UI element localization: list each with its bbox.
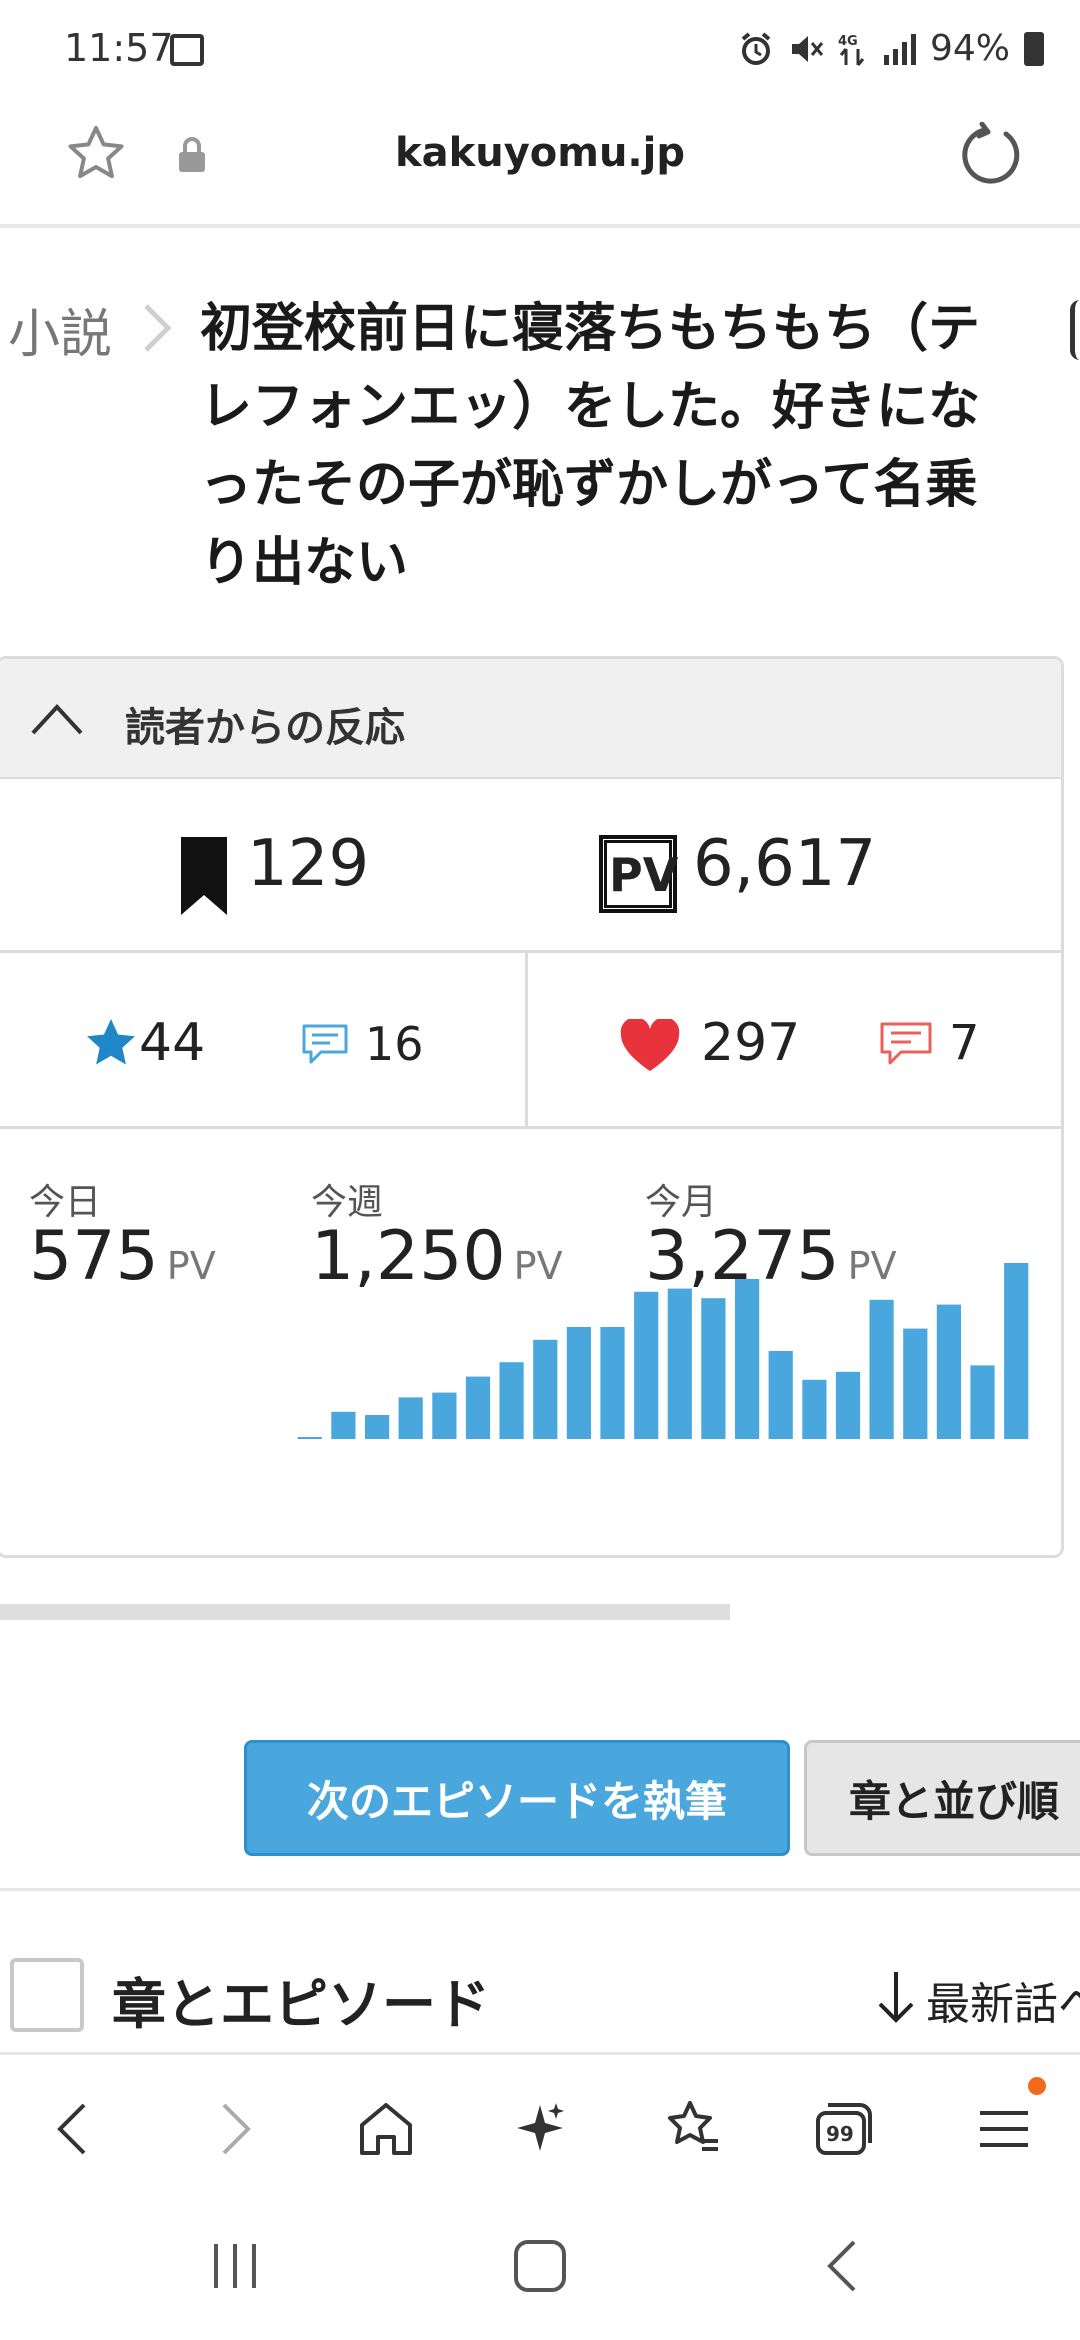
write-next-episode-button[interactable]: 次のエピソードを執筆 [244, 1740, 790, 1856]
arrow-down-icon[interactable] [876, 1968, 916, 2026]
alarm-icon [741, 31, 771, 65]
status-icons: 4G 94% [738, 28, 1044, 69]
reactions-header[interactable]: 読者からの反応 [0, 659, 1061, 779]
star-count: 44 [139, 1013, 206, 1073]
pv-stats: 今日 575 PV 今週 1,250 PV 今月 3,275 PV [0, 1129, 1061, 1549]
chart-bar [903, 1328, 928, 1439]
pv-total: 6,617 [693, 827, 877, 901]
system-back-icon[interactable] [820, 2238, 864, 2294]
url-domain[interactable]: kakuyomu.jp [0, 130, 1080, 176]
chart-bar [869, 1299, 894, 1439]
home-icon[interactable] [356, 2097, 416, 2161]
system-navigation-bar [0, 2196, 1080, 2340]
pv-badge-text: PV [604, 840, 678, 908]
svg-text:4G: 4G [838, 34, 858, 49]
pv-icon: PV [599, 835, 678, 913]
chart-bar [1004, 1263, 1029, 1439]
chevron-up-icon[interactable] [29, 697, 85, 741]
comment-count: 7 [949, 1015, 980, 1071]
chart-bar [533, 1339, 558, 1439]
back-icon[interactable] [44, 2097, 104, 2161]
chart-bar [768, 1351, 793, 1439]
sort-latest-link[interactable]: 最新話へ [926, 1968, 1080, 2032]
chart-bar [365, 1415, 390, 1439]
heart-icon [620, 1019, 680, 1071]
battery-level: 94% [929, 28, 1010, 69]
tabs-icon[interactable]: 99 [814, 2097, 874, 2161]
chart-bar [970, 1365, 995, 1439]
bookmark-count: 129 [247, 827, 370, 901]
chapters-section-header: 章とエピソード 最新話へ [0, 1946, 1080, 2046]
chart-bar [701, 1298, 726, 1439]
signal-icon [883, 33, 916, 65]
reader-reactions-panel: 読者からの反応 129 PV 6,617 44 16 297 7 今日 575 P… [0, 656, 1064, 1558]
address-bar: kakuyomu.jp [0, 100, 1080, 228]
chevron-right-icon [144, 304, 172, 352]
chart-bar [802, 1379, 827, 1439]
reactions-heading: 読者からの反応 [125, 705, 405, 751]
page-title: 初登校前日に寝落ちもちもち（テレフォンエッ）をした。好きになったその子が恥ずかし… [200, 299, 981, 593]
battery-icon [1024, 31, 1044, 66]
chart-bar [499, 1362, 524, 1439]
home-button-icon[interactable] [512, 2238, 568, 2294]
pv-bar-chart [293, 1259, 1033, 1439]
chart-bar [667, 1288, 692, 1439]
bookmarks-icon[interactable] [662, 2097, 722, 2161]
partial-icon [1070, 300, 1080, 360]
divider [525, 953, 528, 1126]
breadcrumb-novel[interactable]: 小説 [8, 292, 112, 367]
divider [0, 1888, 1080, 1891]
chart-bar [398, 1397, 423, 1439]
reactions-totals: 129 PV 6,617 [0, 781, 1061, 953]
reload-icon[interactable] [960, 122, 1024, 186]
star-icon [87, 1019, 135, 1065]
chart-bar [600, 1327, 625, 1439]
chart-bar [936, 1304, 961, 1439]
recent-apps-icon[interactable] [210, 2238, 260, 2294]
forward-icon[interactable] [204, 2097, 264, 2161]
stat-today-number: 575 [29, 1217, 159, 1296]
menu-icon[interactable] [974, 2097, 1034, 2161]
comment-icon [880, 1022, 932, 1065]
stat-today-unit: PV [166, 1244, 216, 1288]
chart-bar [566, 1327, 591, 1439]
chart-bar [432, 1392, 457, 1439]
chart-bar [735, 1279, 760, 1439]
status-bar: 11:57 4G 94% [0, 0, 1080, 100]
chart-bar [465, 1376, 491, 1439]
notification-dot [1028, 2077, 1046, 2095]
chart-bar [835, 1371, 861, 1439]
svg-text:99: 99 [826, 2122, 854, 2146]
chapters-title: 章とエピソード [112, 1973, 490, 2036]
review-count: 16 [365, 1017, 424, 1071]
horizontal-scrollbar[interactable] [0, 1604, 730, 1620]
sparkle-icon[interactable] [510, 2097, 570, 2161]
review-comment-icon [302, 1024, 348, 1064]
stat-today-value: 575 PV [29, 1217, 216, 1296]
bookmark-icon [181, 837, 227, 915]
browser-toolbar: 99 [0, 2052, 1080, 2196]
network-4g-icon: 4G [838, 34, 865, 66]
chart-bar [297, 1437, 322, 1439]
status-time: 11:57 [64, 26, 174, 70]
reactions-counts: 44 16 297 7 [0, 953, 1061, 1129]
select-all-checkbox[interactable] [10, 1958, 84, 2032]
chapter-order-button[interactable]: 章と並び順 [804, 1740, 1080, 1856]
chart-bar [331, 1411, 356, 1439]
chart-bar [634, 1291, 659, 1439]
pv-bar-chart-svg [297, 1263, 1029, 1439]
heart-count: 297 [701, 1013, 801, 1073]
mute-icon [791, 35, 824, 62]
gallery-notification-icon [170, 34, 204, 66]
